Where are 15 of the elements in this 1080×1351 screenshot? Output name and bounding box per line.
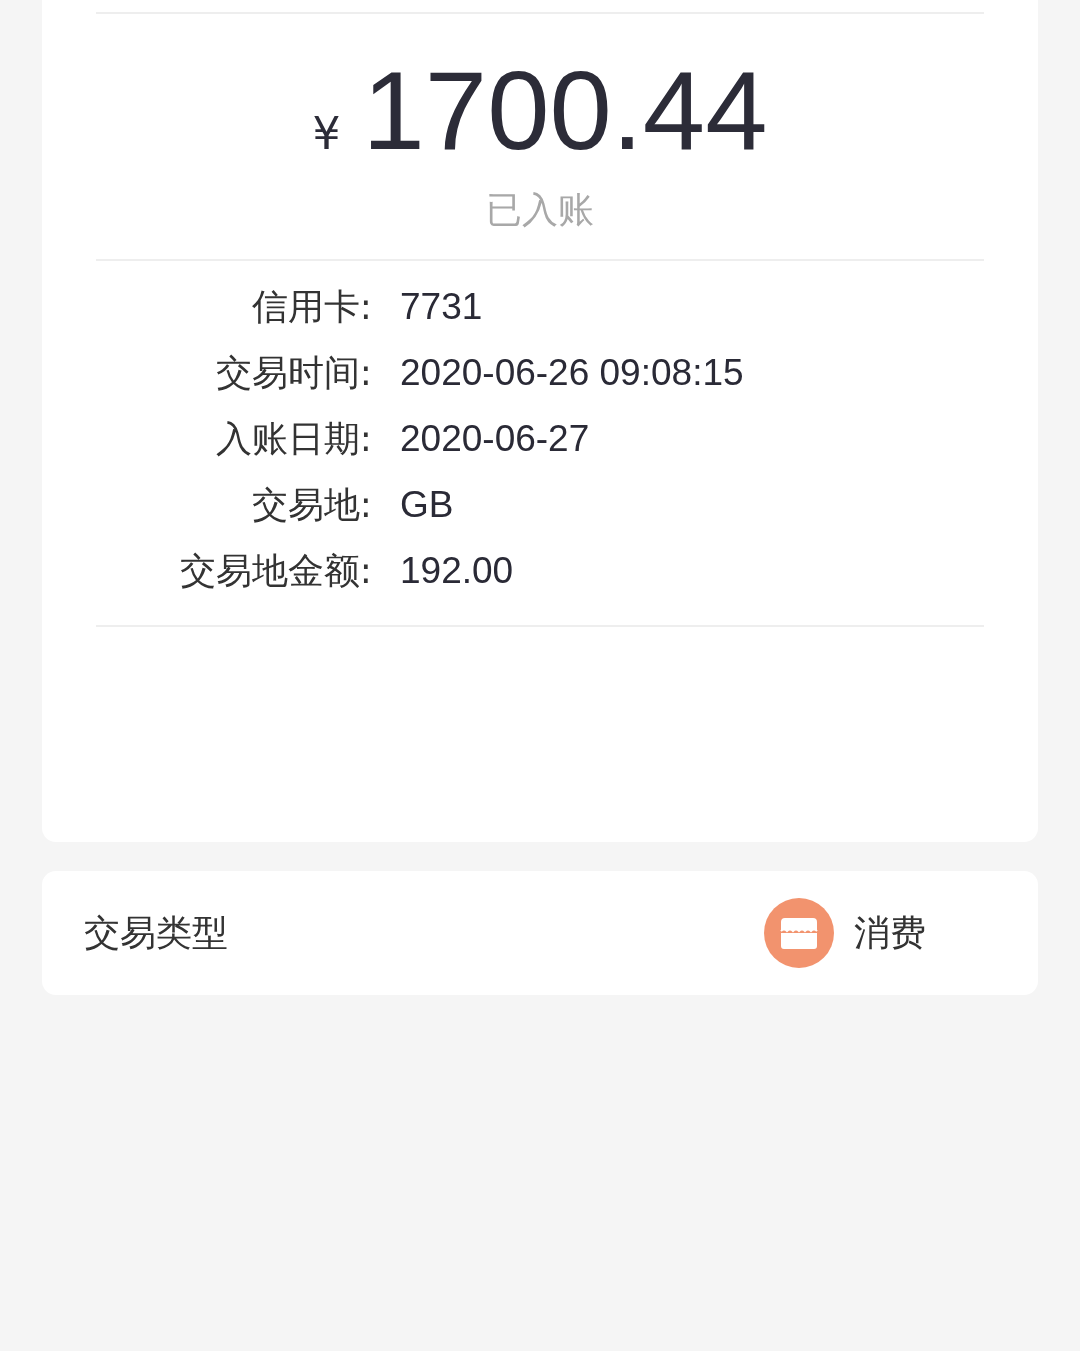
detail-value: 7731 — [400, 284, 484, 329]
detail-value: 192.00 — [400, 548, 515, 593]
detail-value: GB — [400, 482, 455, 527]
amount: 1700.44 — [362, 52, 768, 170]
type-label: 交易类型 — [84, 910, 229, 955]
currency-symbol: ¥ — [312, 108, 341, 159]
detail-value: 2020-06-26 09:08:15 — [400, 350, 744, 395]
detail-label: 交易地金额: — [178, 548, 372, 593]
detail-label: 信用卡: — [250, 284, 372, 329]
detail-label: 入账日期: — [214, 416, 372, 461]
type-value: 消费 — [854, 910, 926, 955]
detail-label: 交易地: — [250, 482, 372, 527]
status-text: 已入账 — [485, 187, 595, 232]
detail-label: 交易时间: — [214, 350, 372, 395]
detail-value: 2020-06-27 — [400, 416, 591, 461]
